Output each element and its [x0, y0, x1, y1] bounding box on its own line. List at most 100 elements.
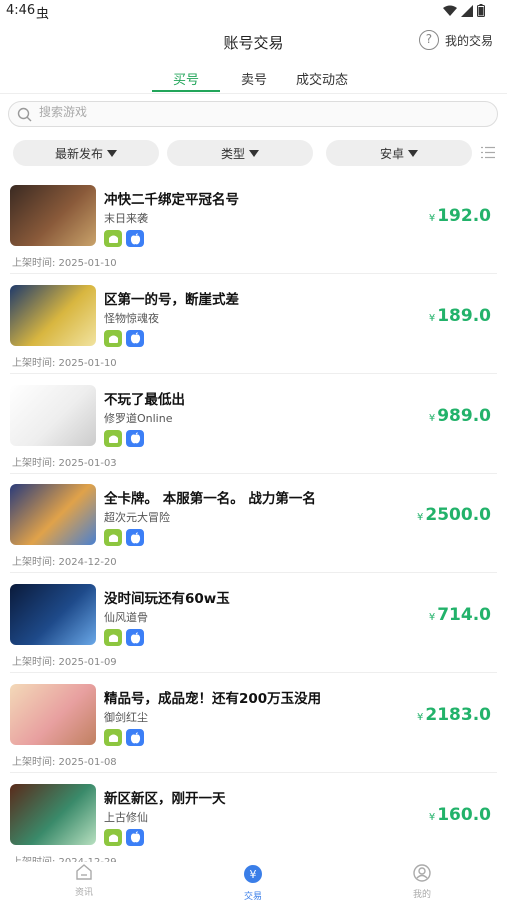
home-icon	[76, 864, 92, 880]
status-icons	[443, 4, 485, 17]
listing-price-value: 714.0	[437, 605, 491, 626]
filter-sort-label: 最新发布	[54, 146, 103, 161]
trade-icon: ¥	[244, 865, 262, 883]
listing-thumbnail	[10, 684, 96, 745]
listing-date: 上架时间: 2025-01-10	[12, 258, 117, 269]
android-icon	[104, 529, 122, 547]
bottom-nav: 资讯 ¥ 交易 我的	[0, 862, 507, 901]
signal-icon	[461, 4, 473, 17]
listing-price-value: 2500.0	[425, 505, 491, 526]
listing-thumbnail	[10, 584, 96, 646]
tab-buy[interactable]: 买号	[152, 69, 220, 88]
listing-platforms	[104, 529, 144, 547]
listing-item[interactable]: 冲快二千绑定平冠名号 末日来袭 ¥192.0 上架时间: 2025-01-10	[0, 175, 507, 274]
listing-thumbnail	[10, 185, 96, 246]
apple-icon	[126, 828, 144, 846]
listing-game-name: 末日来袭	[104, 212, 148, 225]
listing-platforms	[104, 729, 144, 746]
listing-price: ¥2183.0	[417, 705, 491, 725]
caret-down-icon	[107, 149, 117, 157]
apple-icon	[126, 629, 144, 647]
listing-thumbnail	[10, 384, 96, 446]
android-icon	[104, 629, 122, 647]
nav-news[interactable]: 资讯	[54, 864, 114, 898]
listing-game-name: 仙风道骨	[104, 611, 148, 625]
listing-price: ¥189.0	[429, 306, 491, 326]
listing-date: 上架时间: 2025-01-09	[12, 657, 117, 669]
listing-title: 新区新区，刚开一天	[104, 790, 226, 807]
android-icon	[104, 230, 122, 247]
status-time: 4:46	[6, 3, 36, 18]
help-icon: ?	[418, 30, 439, 50]
status-bar: 4:46 虫	[0, 0, 507, 24]
listing-date: 上架时间: 2025-01-08	[12, 757, 117, 768]
tab-deals[interactable]: 成交动态	[292, 69, 352, 88]
listing-price-value: 2183.0	[425, 705, 491, 725]
my-trades-label: 我的交易	[444, 33, 493, 48]
listing-item[interactable]: 全卡牌。 本服第一名。 战力第一名 超次元大冒险 ¥2500.0 上架时间: 2024…	[0, 474, 507, 574]
caret-down-icon	[408, 149, 418, 157]
listing-game-name: 修罗道Online	[104, 411, 173, 425]
listing-title: 区第一的号，断崖式差	[104, 291, 239, 308]
listing-item[interactable]: 没时间玩还有60w玉 仙风道骨 ¥714.0 上架时间: 2025-01-09	[0, 574, 507, 674]
listing-platforms	[104, 230, 144, 247]
filter-platform[interactable]: 安卓	[326, 140, 472, 166]
wifi-icon	[443, 5, 457, 16]
header: 账号交易 ? 我的交易	[0, 24, 507, 60]
filter-type-label: 类型	[220, 146, 245, 161]
listing-item[interactable]: 精品号，成品宠！还有200万玉没用 御剑红尘 ¥2183.0 上架时间: 2025-0…	[0, 674, 507, 773]
listing-title: 全卡牌。 本服第一名。 战力第一名	[104, 491, 316, 508]
currency-symbol: ¥	[428, 213, 436, 224]
listing-price: ¥160.0	[429, 805, 491, 825]
listing-item[interactable]: 不玩了最低出 修罗道Online ¥989.0 上架时间: 2025-01-03	[0, 375, 507, 474]
listing-game-name: 怪物惊魂夜	[104, 311, 159, 325]
listing-platforms	[104, 329, 144, 347]
profile-icon	[413, 864, 431, 882]
android-icon	[104, 329, 122, 347]
listing-price-value: 989.0	[437, 405, 491, 426]
currency-symbol: ¥	[428, 412, 436, 424]
listing-game-name: 上古修仙	[104, 810, 148, 824]
battery-icon	[477, 4, 485, 17]
currency-symbol: ¥	[417, 712, 424, 723]
filter-platform-label: 安卓	[379, 146, 404, 161]
listing-title: 不玩了最低出	[104, 391, 185, 408]
listing-platforms	[104, 828, 144, 846]
listing-platforms	[104, 429, 144, 447]
filter-bar: 最新发布 类型 安卓	[0, 140, 507, 166]
svg-text:¥: ¥	[250, 868, 257, 881]
listing-price: ¥192.0	[429, 206, 491, 226]
listing-item[interactable]: 新区新区，刚开一天上古修仙¥160.0上架时间: 2024-12-29	[0, 774, 507, 873]
listing-date: 上架时间: 2024-12-20	[12, 557, 117, 569]
listing-title: 精品号，成品宠！还有200万玉没用	[104, 691, 322, 707]
filter-type[interactable]: 类型	[167, 140, 313, 166]
tab-bar: 买号 卖号 成交动态	[0, 64, 507, 94]
android-icon	[104, 828, 122, 846]
list-view-icon[interactable]	[481, 146, 495, 159]
android-icon	[104, 429, 122, 447]
listing-title: 没时间玩还有60w玉	[104, 591, 230, 608]
currency-symbol: ¥	[417, 512, 424, 524]
listing-item[interactable]: 区第一的号，断崖式差 怪物惊魂夜 ¥189.0 上架时间: 2025-01-10	[0, 275, 507, 374]
listing-price: ¥2500.0	[417, 505, 491, 525]
apple-icon	[126, 230, 144, 247]
filter-sort[interactable]: 最新发布	[13, 140, 159, 166]
listing-price: ¥989.0	[429, 406, 491, 426]
my-trades-button[interactable]: ? 我的交易	[418, 30, 493, 50]
tab-sell[interactable]: 卖号	[232, 69, 276, 88]
search-input[interactable]	[39, 105, 479, 119]
search-bar[interactable]	[8, 101, 498, 127]
listing-price-value: 192.0	[437, 206, 491, 226]
caret-down-icon	[249, 149, 259, 157]
listing-thumbnail	[10, 484, 96, 546]
currency-symbol: ¥	[428, 612, 436, 624]
nav-trade[interactable]: ¥ 交易	[223, 864, 283, 901]
nav-profile[interactable]: 我的	[392, 864, 452, 900]
nav-profile-label: 我的	[412, 890, 431, 900]
apple-icon	[126, 329, 144, 347]
android-icon	[104, 729, 122, 746]
listing-game-name: 超次元大冒险	[104, 511, 170, 525]
listing-thumbnail	[10, 284, 96, 346]
search-icon	[17, 107, 32, 122]
currency-symbol: ¥	[428, 811, 436, 823]
